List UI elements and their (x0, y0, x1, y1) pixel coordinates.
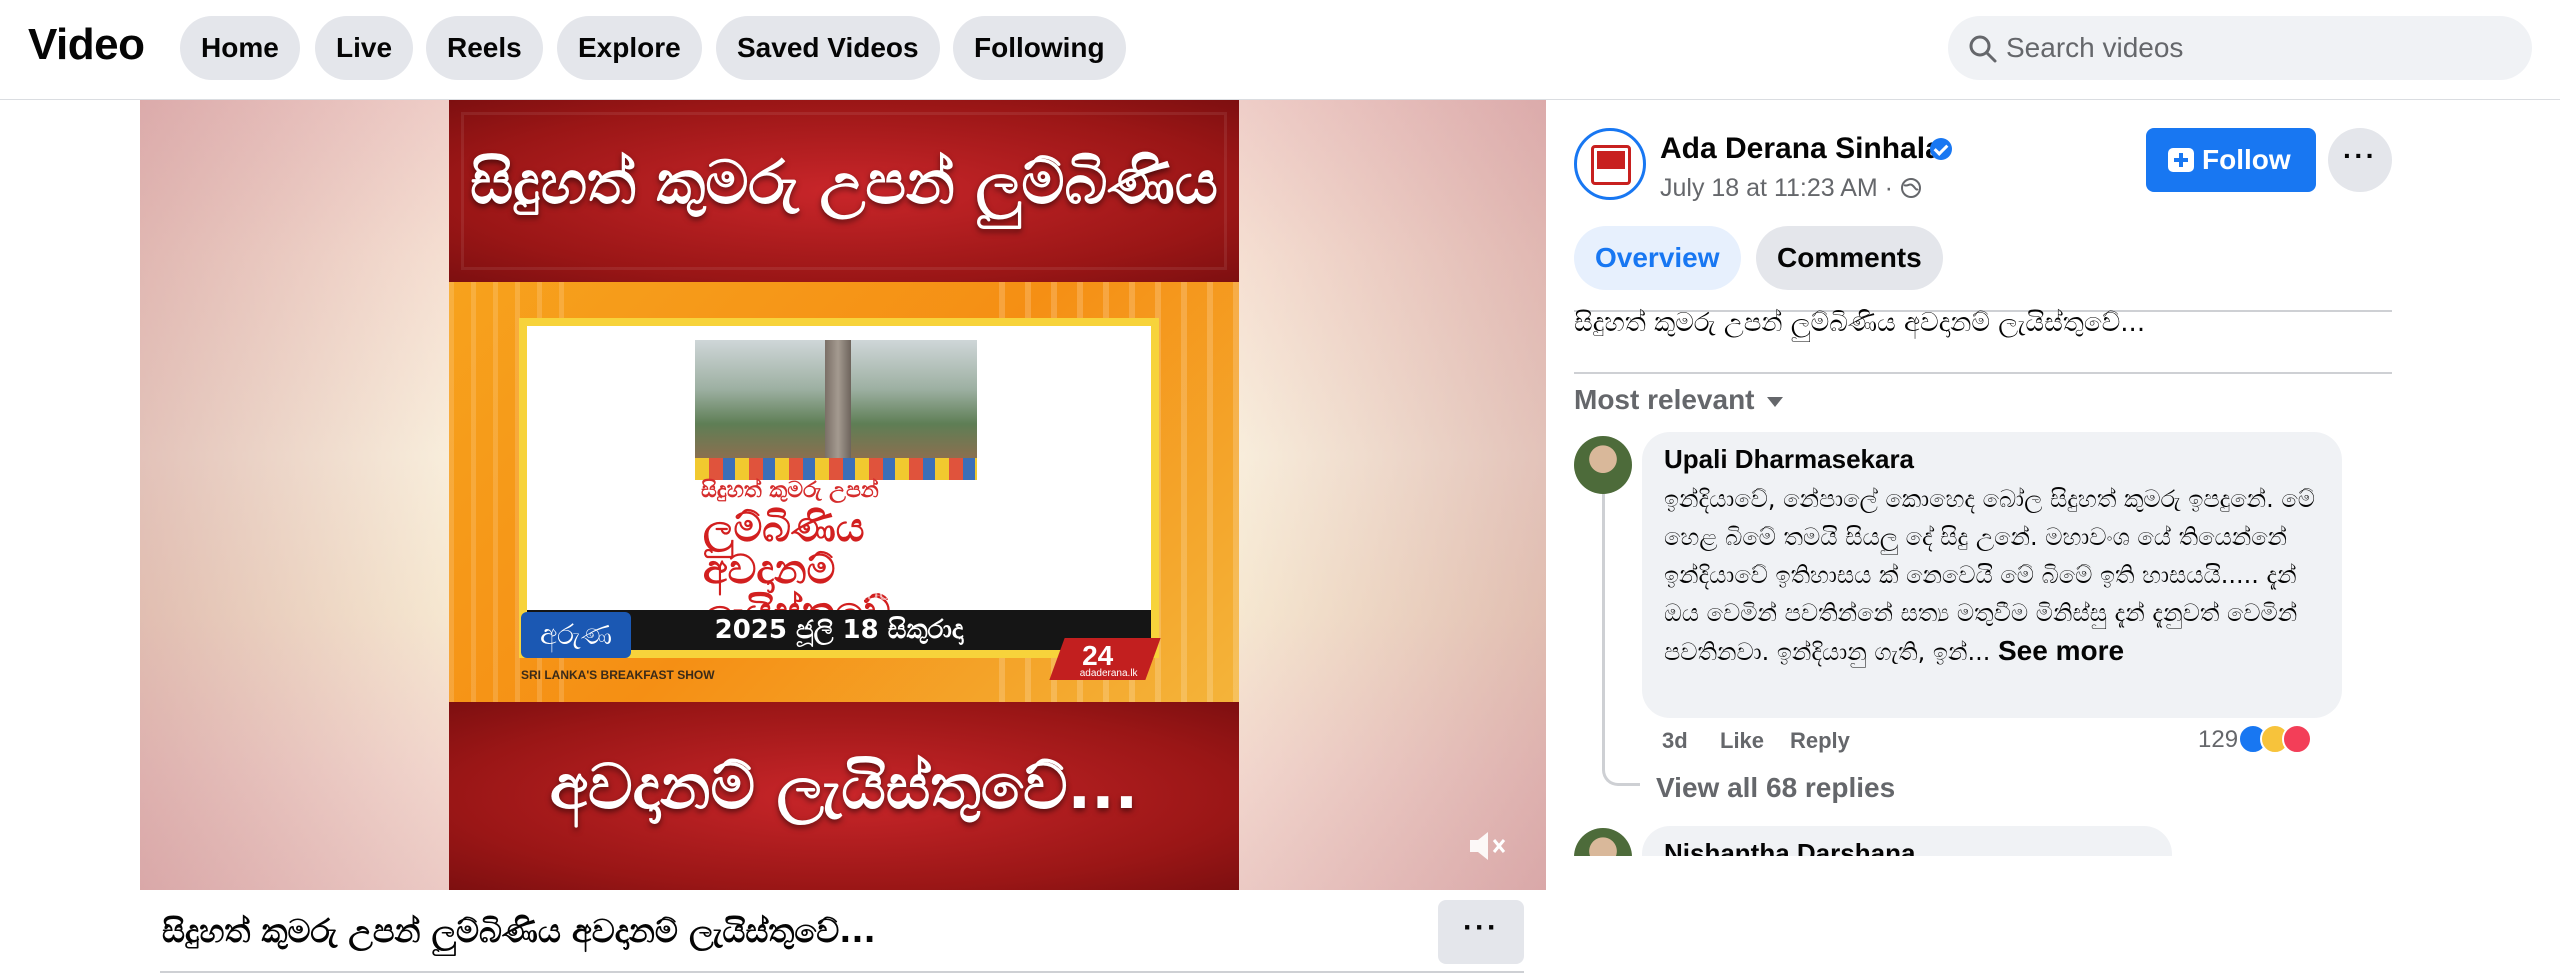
post-description: සිදුහත් කුමරු උපන් ලුම්බිණිය අවදානම් ලැය… (1574, 308, 2146, 338)
video-player[interactable]: සිදුහත් කුමරු උපන් ලුම්බිණිය සිදුහත් කුම… (140, 100, 1546, 890)
page-title: Video (28, 20, 145, 69)
channel-name[interactable]: Ada Derana Sinhala (1660, 132, 1942, 166)
caret-down-icon (1766, 396, 1783, 407)
like-button[interactable]: Like (1720, 728, 1764, 754)
post-meta: July 18 at 11:23 AM · (1660, 174, 1922, 203)
sort-dropdown[interactable]: Most relevant (1574, 384, 1783, 416)
verified-badge-icon (1930, 138, 1952, 160)
sort-label: Most relevant (1574, 384, 1755, 415)
thumbnail-middle: සිදුහත් කුමරු උපන් ලුම්බිණිය අවදානම් ලැය… (449, 282, 1239, 702)
video-title: සිදුහත් කුමරු උපන් ලුම්බිණිය අවදානම් ලැය… (162, 912, 876, 950)
comments-scroll-clip (1574, 856, 2560, 974)
search-icon (1969, 35, 1997, 63)
search-box[interactable] (1948, 16, 2532, 80)
see-more-link[interactable]: See more (1998, 635, 2124, 666)
banner-top-text: සිදුහත් කුමරු උපන් ලුම්බිණිය (470, 148, 1218, 218)
comment-age[interactable]: 3d (1662, 728, 1688, 754)
search-input[interactable] (2006, 16, 2506, 80)
blur-backdrop-right (1238, 100, 1546, 890)
follow-icon (2168, 148, 2194, 172)
reaction-count[interactable]: 129 (2198, 726, 2238, 754)
comment-author[interactable]: Upali Dharmasekara (1664, 444, 1914, 475)
sidebar: Ada Derana Sinhala July 18 at 11:23 AM ·… (1574, 100, 2560, 974)
banner-bottom-text: අවදානම් ලැයිස්තුවේ... (549, 750, 1139, 823)
view-replies-link[interactable]: View all 68 replies (1656, 772, 1895, 804)
mute-icon[interactable] (1466, 826, 1510, 866)
channel-logo: 24 adaderana.lk (1049, 638, 1161, 680)
more-icon: ··· (1463, 911, 1499, 944)
card-line1: සිදුහත් කුමරු උපන් (701, 478, 879, 503)
card-big-line1: ලුම්බිණිය (703, 505, 865, 551)
show-logo: අරුණ (521, 612, 631, 658)
nav-live[interactable]: Live (315, 16, 414, 80)
nav-explore[interactable]: Explore (557, 16, 702, 80)
thread-line (1602, 490, 1640, 786)
channel-more-button[interactable]: ··· (2328, 128, 2392, 192)
show-tagline: SRI LANKA'S BREAKFAST SHOW (521, 668, 715, 682)
video-frame: සිදුහත් කුමරු උපන් ලුම්බිණිය සිදුහත් කුම… (449, 100, 1239, 890)
nav-following[interactable]: Following (953, 16, 1126, 80)
channel-avatar[interactable] (1574, 128, 1646, 200)
comment-text: ඉන්දියාවේ, නේපාලේ කොහෙද බෝල සිදුහත් කුමර… (1664, 480, 2334, 671)
avatar[interactable] (1574, 436, 1632, 494)
divider (160, 971, 1524, 973)
banner-bottom: අවදානම් ලැයිස්තුවේ... (449, 702, 1239, 890)
love-reaction-icon (2282, 724, 2312, 754)
logo-site: adaderana.lk (1079, 668, 1138, 679)
nav-saved-videos[interactable]: Saved Videos (716, 16, 940, 80)
banner-top: සිදුහත් කුමරු උපන් ලුම්බිණිය (449, 100, 1239, 282)
video-more-button[interactable]: ··· (1438, 900, 1524, 964)
divider (1574, 372, 2392, 374)
tab-overview[interactable]: Overview (1574, 226, 1741, 290)
news-card: සිදුහත් කුමරු උපන් ලුම්බිණිය අවදානම් ලැය… (519, 318, 1159, 658)
comment-body: ඉන්දියාවේ, නේපාලේ කොහෙද බෝල සිදුහත් කුමර… (1664, 485, 2315, 666)
tab-comments[interactable]: Comments (1756, 226, 1943, 290)
follow-button[interactable]: Follow (2146, 128, 2316, 192)
top-bar: Video Home Live Reels Explore Saved Vide… (0, 0, 2560, 100)
card-big-line2: අවදානම් (703, 547, 836, 593)
news-photo (695, 340, 977, 480)
nav-reels[interactable]: Reels (426, 16, 543, 80)
blur-backdrop-left (140, 100, 450, 890)
nav-home[interactable]: Home (180, 16, 300, 80)
reply-button[interactable]: Reply (1790, 728, 1850, 754)
post-timestamp[interactable]: July 18 at 11:23 AM · (1660, 174, 1900, 202)
comment-bubble: Upali Dharmasekara ඉන්දියාවේ, නේපාලේ කොහ… (1642, 432, 2342, 718)
follow-label: Follow (2202, 144, 2291, 175)
watermark: © adaderana (820, 580, 948, 605)
globe-icon (1900, 178, 1921, 198)
